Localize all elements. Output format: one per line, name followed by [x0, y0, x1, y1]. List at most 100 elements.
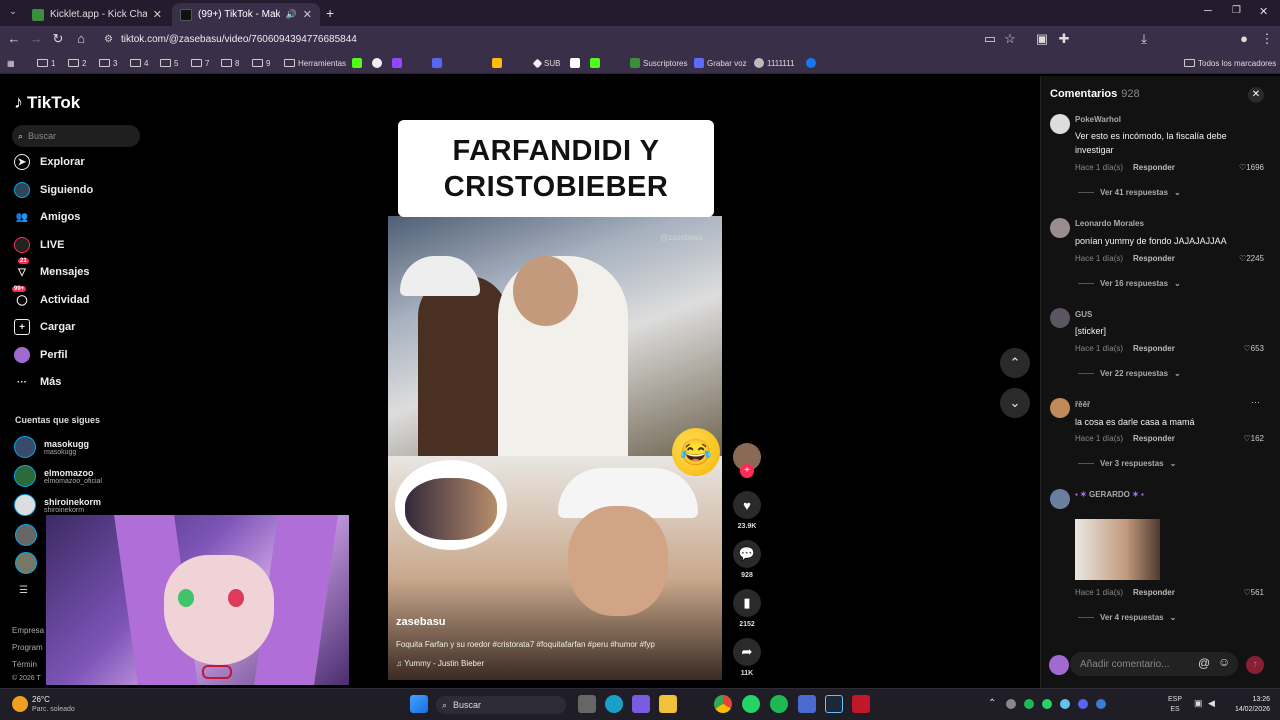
comment-like-button[interactable]: ♡653 [1228, 344, 1264, 353]
download-icon[interactable]: ⤓ [1136, 31, 1152, 47]
video-music[interactable]: ♫ Yummy - Justin Bieber [396, 659, 484, 668]
nav-amigos[interactable]: 👥 Amigos [14, 207, 81, 227]
bookmark-drive-icon[interactable] [492, 55, 502, 71]
apps-icon[interactable]: ▦ [7, 55, 15, 71]
comment-username[interactable]: Leonardo Morales [1075, 219, 1144, 228]
send-comment-button[interactable]: ↑ [1246, 656, 1264, 674]
close-tab-icon[interactable]: ✕ [153, 8, 162, 21]
language-indicator[interactable]: ESP ES [1168, 695, 1182, 715]
mention-icon[interactable]: @ [1198, 656, 1210, 670]
bookmark-grabar-voz[interactable]: Grabar voz [694, 55, 747, 71]
comment-like-button[interactable]: ♡1696 [1228, 163, 1264, 172]
bookmark-folder-4[interactable]: 4 [130, 55, 148, 71]
edge-icon[interactable] [605, 695, 623, 713]
avatar[interactable] [1050, 218, 1070, 238]
clock[interactable]: 13:26 14/02/2026 [1222, 695, 1270, 715]
reply-button[interactable]: Responder [1133, 254, 1175, 263]
vtube-studio-icon[interactable] [798, 695, 816, 713]
comment-sticker-image[interactable] [1075, 519, 1160, 580]
add-comment-input[interactable]: Añadir comentario... [1070, 652, 1238, 676]
back-icon[interactable]: ← [6, 31, 22, 47]
puzzle-icon[interactable]: ✚ [1056, 31, 1072, 47]
comment-username[interactable]: GUS [1075, 310, 1092, 319]
author-avatar-follow[interactable]: + [733, 443, 761, 478]
tiktok-logo[interactable]: ♪ TikTok [14, 92, 80, 113]
save-button[interactable]: ▮ 2152 [733, 589, 761, 628]
following-account-masokugg[interactable]: masokugg masokugg [14, 434, 89, 460]
browser-tab-kicklet[interactable]: Kicklet.app - Kick Chatbot and ✕ [24, 3, 170, 26]
spotify-icon[interactable] [770, 695, 788, 713]
reload-icon[interactable]: ↻ [50, 31, 66, 47]
steam-icon[interactable] [825, 695, 843, 713]
comment-button[interactable]: 💬 928 [733, 540, 761, 579]
avatar[interactable] [15, 552, 37, 574]
whatsapp-icon[interactable] [742, 695, 760, 713]
avatar[interactable] [1050, 114, 1070, 134]
weather-temp[interactable]: 26°C [32, 695, 50, 704]
reply-button[interactable]: Responder [1133, 434, 1175, 443]
avatar[interactable] [1050, 398, 1070, 418]
bookmark-facebook-icon[interactable] [806, 55, 816, 71]
like-button[interactable]: ♥ 23.9K [733, 491, 761, 530]
view-replies-button[interactable]: Ver 22 respuestas ⌄ [1078, 369, 1181, 378]
restore-icon[interactable]: ❐ [1232, 5, 1241, 16]
nav-siguiendo[interactable]: Siguiendo [14, 180, 93, 200]
profile-avatar-icon[interactable]: ● [1236, 31, 1252, 47]
comment-like-button[interactable]: ♡2245 [1228, 254, 1264, 263]
footer-link[interactable]: Empresa [12, 626, 44, 635]
bookmark-discord-icon[interactable] [432, 55, 442, 71]
footer-link[interactable]: Términ [12, 660, 37, 669]
emoji-picker-icon[interactable]: ☺ [1218, 655, 1230, 669]
nav-mensajes[interactable]: ▽ 21 Mensajes [14, 258, 90, 282]
nav-actividad[interactable]: ◯ 99+ Actividad [12, 286, 90, 310]
close-tab-icon[interactable]: ✕ [303, 8, 312, 21]
nav-perfil[interactable]: Perfil [14, 345, 68, 365]
avatar[interactable] [15, 524, 37, 546]
comment-username[interactable]: řěěř [1075, 400, 1090, 409]
comment-username[interactable]: PokeWarhol [1075, 115, 1121, 124]
bookmark-star-icon[interactable]: ☆ [1002, 31, 1018, 47]
extension-icon[interactable]: ▣ [1034, 31, 1050, 47]
close-window-icon[interactable]: ✕ [1259, 5, 1268, 18]
following-account-elmomazoo[interactable]: elmomazoo elmomazoo_oficial [14, 463, 102, 489]
chrome-menu-icon[interactable]: ⋮ [1259, 31, 1275, 47]
bookmark-suscriptores[interactable]: Suscriptores [630, 55, 687, 71]
footer-link[interactable]: Program [12, 643, 43, 652]
volume-icon[interactable]: ◀ [1208, 698, 1215, 709]
forward-icon[interactable]: → [28, 31, 44, 47]
bookmark-folder-1[interactable]: 1 [37, 55, 55, 71]
bookmark-chatgpt-icon[interactable] [372, 55, 382, 71]
bookmark-folder-5[interactable]: 5 [160, 55, 178, 71]
file-explorer-icon[interactable] [659, 695, 677, 713]
bookmark-grid-icon[interactable] [570, 55, 580, 71]
bookmark-folder-3[interactable]: 3 [99, 55, 117, 71]
bookmark-folder-8[interactable]: 8 [221, 55, 239, 71]
bookmark-folder-herramientas[interactable]: Herramientas [284, 55, 346, 71]
reply-button[interactable]: Responder [1133, 163, 1175, 172]
bookmark-folder-9[interactable]: 9 [252, 55, 270, 71]
follow-plus-icon[interactable]: + [740, 464, 754, 478]
bookmark-sub[interactable]: SUB [532, 55, 560, 71]
taskbar-search[interactable]: ⌕ Buscar [436, 696, 566, 714]
bookmark-all[interactable]: Todos los marcadores [1184, 55, 1276, 71]
tray-chevron-icon[interactable]: ⌃ [988, 698, 996, 709]
nav-cargar[interactable]: + Cargar [14, 317, 75, 337]
app-icon[interactable] [852, 695, 870, 713]
new-tab-button[interactable]: + [326, 5, 334, 21]
minimize-icon[interactable]: ─ [1204, 5, 1212, 17]
video-author[interactable]: zasebasu [396, 616, 446, 628]
comment-username[interactable]: ▪ ✶ GERARDO ✶ ▪ [1075, 490, 1144, 499]
bookmark-folder-2[interactable]: 2 [68, 55, 86, 71]
network-icon[interactable]: ▣ [1194, 698, 1203, 709]
store-icon[interactable] [632, 695, 650, 713]
nav-live[interactable]: LIVE [14, 235, 64, 255]
windows-start-icon[interactable] [410, 695, 428, 713]
chrome-icon[interactable] [714, 695, 732, 713]
tab-search-button[interactable]: ⌄ [6, 6, 20, 20]
browser-tab-tiktok[interactable]: (99+) TikTok - Make Your D 🔊 ✕ [172, 3, 320, 26]
task-view-icon[interactable] [578, 695, 596, 713]
reply-button[interactable]: Responder [1133, 588, 1175, 597]
comment-more-options-icon[interactable]: ··· [1251, 397, 1260, 407]
view-replies-button[interactable]: Ver 4 respuestas ⌄ [1078, 613, 1176, 622]
close-comments-icon[interactable]: ✕ [1248, 87, 1264, 103]
